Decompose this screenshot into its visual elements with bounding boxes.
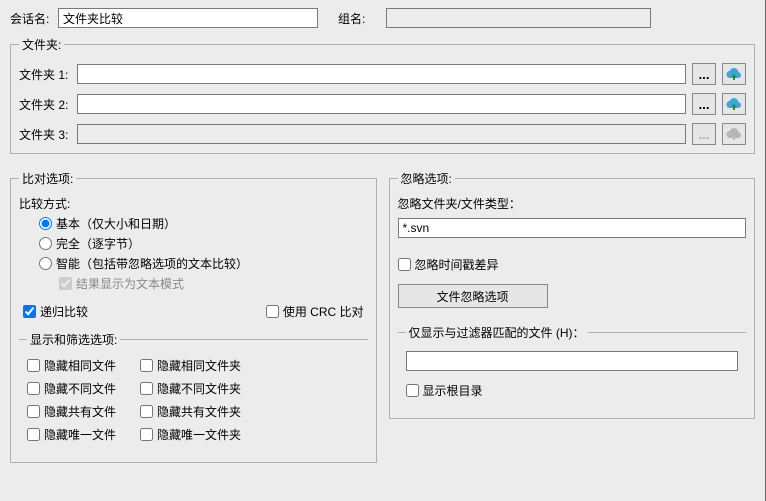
folder1-input[interactable] bbox=[77, 64, 686, 84]
show-root-label: 显示根目录 bbox=[423, 382, 483, 399]
cloud-download-icon bbox=[726, 127, 742, 141]
folder-row-3: 文件夹 3: ... bbox=[19, 123, 746, 145]
checkbox-hide-uniq-file[interactable] bbox=[27, 428, 40, 441]
compare-method-label: 比较方式: bbox=[19, 195, 368, 212]
hide-diff-folder-label: 隐藏不同文件夹 bbox=[157, 380, 241, 397]
checkbox-hide-excl-file[interactable] bbox=[27, 405, 40, 418]
display-filter-legend: 显示和筛选选项: bbox=[27, 331, 120, 348]
ignore-options-group: 忽略选项: 忽略文件夹/文件类型： 忽略时间戳差异 文件忽略选项 仅显示与过滤器… bbox=[389, 170, 756, 419]
ignore-time-diff-label: 忽略时间戳差异 bbox=[415, 256, 499, 273]
radio-smart[interactable] bbox=[39, 257, 52, 270]
radio-basic-label: 基本（仅大小和日期） bbox=[56, 215, 176, 232]
hide-uniq-folder-label: 隐藏唯一文件夹 bbox=[157, 426, 241, 443]
checkbox-hide-same-folder[interactable] bbox=[140, 359, 153, 372]
folder3-cloud-button bbox=[722, 123, 746, 145]
display-filter-group: 显示和筛选选项: 隐藏相同文件 隐藏不同文件 隐藏共有文件 隐藏唯一文件 隐藏相… bbox=[19, 331, 368, 454]
folder2-cloud-button[interactable] bbox=[722, 93, 746, 115]
checkbox-crc[interactable] bbox=[266, 305, 279, 318]
ignore-types-input[interactable] bbox=[398, 218, 747, 238]
group-name-input[interactable] bbox=[386, 8, 651, 28]
filter-match-group: 仅显示与过滤器匹配的文件 (H)： 显示根目录 bbox=[398, 324, 747, 410]
cloud-download-icon bbox=[726, 97, 742, 111]
radio-smart-label: 智能（包括带忽略选项的文本比较） bbox=[56, 255, 248, 272]
folder-row-1: 文件夹 1: ... bbox=[19, 63, 746, 85]
folder1-browse-button[interactable]: ... bbox=[692, 63, 716, 85]
ignore-options-legend: 忽略选项: bbox=[398, 170, 455, 187]
hide-same-file-label: 隐藏相同文件 bbox=[44, 357, 116, 374]
folder2-label: 文件夹 2: bbox=[19, 96, 71, 113]
session-name-input[interactable] bbox=[58, 8, 318, 28]
cloud-download-icon bbox=[726, 67, 742, 81]
folder3-browse-button: ... bbox=[692, 123, 716, 145]
folder-row-2: 文件夹 2: ... bbox=[19, 93, 746, 115]
crc-label: 使用 CRC 比对 bbox=[283, 303, 364, 320]
hide-diff-file-label: 隐藏不同文件 bbox=[44, 380, 116, 397]
folder1-cloud-button[interactable] bbox=[722, 63, 746, 85]
compare-options-legend: 比对选项: bbox=[19, 170, 76, 187]
hide-uniq-file-label: 隐藏唯一文件 bbox=[44, 426, 116, 443]
compare-options-group: 比对选项: 比较方式: 基本（仅大小和日期） 完全（逐字节） 智能（包括带忽略选… bbox=[10, 170, 377, 463]
radio-full[interactable] bbox=[39, 237, 52, 250]
recursive-label: 递归比较 bbox=[40, 303, 88, 320]
hide-excl-folder-label: 隐藏共有文件夹 bbox=[157, 403, 241, 420]
folder3-input bbox=[77, 124, 686, 144]
radio-basic[interactable] bbox=[39, 217, 52, 230]
folder1-label: 文件夹 1: bbox=[19, 66, 71, 83]
filter-match-input[interactable] bbox=[406, 351, 739, 371]
folder2-browse-button[interactable]: ... bbox=[692, 93, 716, 115]
checkbox-ignore-time-diff[interactable] bbox=[398, 258, 411, 271]
checkbox-hide-diff-file[interactable] bbox=[27, 382, 40, 395]
checkbox-hide-same-file[interactable] bbox=[27, 359, 40, 372]
hide-same-folder-label: 隐藏相同文件夹 bbox=[157, 357, 241, 374]
filter-match-legend: 仅显示与过滤器匹配的文件 (H)： bbox=[406, 324, 588, 341]
file-ignore-options-button[interactable]: 文件忽略选项 bbox=[398, 284, 548, 308]
show-as-text-label: 结果显示为文本模式 bbox=[76, 275, 184, 292]
folder3-label: 文件夹 3: bbox=[19, 126, 71, 143]
folder2-input[interactable] bbox=[77, 94, 686, 114]
checkbox-show-root[interactable] bbox=[406, 384, 419, 397]
checkbox-hide-diff-folder[interactable] bbox=[140, 382, 153, 395]
checkbox-hide-excl-folder[interactable] bbox=[140, 405, 153, 418]
group-name-label: 组名: bbox=[338, 10, 376, 27]
session-name-label: 会话名: bbox=[10, 10, 48, 27]
ignore-types-label: 忽略文件夹/文件类型： bbox=[398, 195, 747, 212]
checkbox-recursive[interactable] bbox=[23, 305, 36, 318]
checkbox-show-as-text bbox=[59, 277, 72, 290]
folders-legend: 文件夹: bbox=[19, 36, 64, 53]
hide-excl-file-label: 隐藏共有文件 bbox=[44, 403, 116, 420]
radio-full-label: 完全（逐字节） bbox=[56, 235, 140, 252]
folders-group: 文件夹: 文件夹 1: ... 文件夹 2: ... 文件夹 3: bbox=[10, 36, 755, 154]
checkbox-hide-uniq-folder[interactable] bbox=[140, 428, 153, 441]
